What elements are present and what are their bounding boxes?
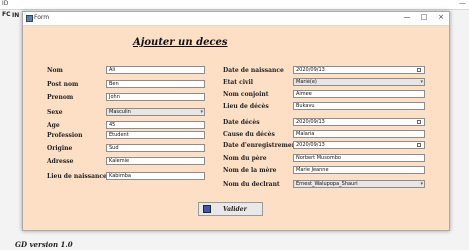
field-value: Ernest_Walupopa_Shauri xyxy=(296,181,358,187)
label-origine: Origine xyxy=(47,145,73,152)
field-value: 2020/09/13 xyxy=(296,142,325,148)
label-nom: Nom xyxy=(47,67,63,74)
window-titlebar: Form — □ × xyxy=(23,12,449,26)
chevron-down-icon: ▾ xyxy=(200,109,203,115)
field-value: Marié(e) xyxy=(296,79,317,85)
field-value: 45 xyxy=(109,122,116,128)
background-menu-label[interactable]: FC xyxy=(2,11,11,18)
label-cause-du-deces: Cause du décès xyxy=(223,131,275,138)
background-titlebar: ID — xyxy=(0,0,469,10)
field-age[interactable]: 45 xyxy=(106,121,205,129)
version-label: GD version 1.0 xyxy=(15,240,73,249)
field-date-de-naissance[interactable]: 2020/09/13 xyxy=(293,66,425,74)
form-heading: Ajouter un deces xyxy=(133,37,228,48)
label-nom-du-pere: Nom du père xyxy=(223,155,267,162)
field-value: 2020/09/13 xyxy=(296,119,325,125)
field-nom[interactable]: Ali xyxy=(106,66,205,74)
field-value: Malaria xyxy=(296,131,315,137)
label-post-nom: Post nom xyxy=(47,81,79,88)
field-value: Norbert Musombo xyxy=(296,155,341,161)
field-value: Bukavu xyxy=(296,103,315,109)
label-age: Age xyxy=(47,122,60,129)
field-nom-de-la-mere[interactable]: Marie Jeanne xyxy=(293,166,425,174)
field-post-nom[interactable]: Ben xyxy=(106,80,205,88)
field-value: Sud xyxy=(109,145,119,151)
field-cause-du-deces[interactable]: Malaria xyxy=(293,130,425,138)
field-nom-du-declrant[interactable]: Ernest_Walupopa_Shauri ▾ xyxy=(293,180,425,188)
close-button[interactable]: × xyxy=(435,13,447,21)
field-value: Etudent xyxy=(109,132,129,138)
validate-button[interactable]: Valider xyxy=(198,202,263,216)
label-date-de-naissance: Date de naissance xyxy=(223,67,284,74)
field-lieu-de-naissance[interactable]: Kabimba xyxy=(106,172,205,180)
calendar-icon[interactable] xyxy=(417,68,421,72)
label-nom-de-la-mere: Nom de la mère xyxy=(223,167,277,174)
window-title: Form xyxy=(34,14,50,21)
label-etat-civil: Etat civil xyxy=(223,79,254,86)
calendar-icon[interactable] xyxy=(417,120,421,124)
label-lieu-de-naissance: Lieu de naissance xyxy=(47,173,107,180)
field-value: John xyxy=(109,94,120,100)
label-profession: Profession xyxy=(47,132,83,139)
label-date-d-enregistrement: Date d'enregistrement xyxy=(223,142,299,149)
field-value: Kabimba xyxy=(109,173,131,179)
field-value: Kalemie xyxy=(109,158,130,164)
label-date-deces: Date décès xyxy=(223,119,260,126)
field-profession[interactable]: Etudent xyxy=(106,131,205,139)
app-icon xyxy=(26,15,33,22)
label-lieu-de-deces: Lieu de décès xyxy=(223,103,269,110)
minimize-button[interactable]: — xyxy=(401,13,413,21)
field-etat-civil[interactable]: Marié(e) ▾ xyxy=(293,78,425,86)
field-sexe[interactable]: Masculin ▾ xyxy=(106,108,205,116)
background-title: ID xyxy=(2,0,9,7)
chevron-down-icon: ▾ xyxy=(420,181,423,187)
chevron-down-icon: ▾ xyxy=(420,79,423,85)
label-nom-du-declrant: Nom du declrant xyxy=(223,181,280,188)
field-nom-du-pere[interactable]: Norbert Musombo xyxy=(293,154,425,162)
field-prenom[interactable]: John xyxy=(106,93,205,101)
maximize-button[interactable]: □ xyxy=(418,13,430,21)
background-menu-item[interactable]: IN xyxy=(12,12,19,19)
field-date-deces[interactable]: 2020/09/13 xyxy=(293,118,425,126)
background-minimize-button[interactable]: — xyxy=(459,0,466,7)
field-value: 2020/09/13 xyxy=(296,67,325,73)
field-value: Aimee xyxy=(296,91,312,97)
field-origine[interactable]: Sud xyxy=(106,144,205,152)
label-prenom: Prenom xyxy=(47,94,74,101)
validate-icon xyxy=(203,205,211,213)
label-sexe: Sexe xyxy=(47,109,63,116)
field-value: Ali xyxy=(109,67,116,73)
validate-button-label: Valider xyxy=(223,206,247,213)
label-nom-conjoint: Nom conjoint xyxy=(223,91,269,98)
field-value: Masculin xyxy=(109,109,131,115)
add-death-window: Form — □ × Ajouter un deces Nom Ali Post n… xyxy=(22,11,450,231)
field-lieu-de-deces[interactable]: Bukavu xyxy=(293,102,425,110)
label-adresse: Adresse xyxy=(47,158,74,165)
calendar-icon[interactable] xyxy=(417,143,421,147)
field-date-d-enregistrement[interactable]: 2020/09/13 xyxy=(293,141,425,149)
field-adresse[interactable]: Kalemie xyxy=(106,157,205,165)
field-nom-conjoint[interactable]: Aimee xyxy=(293,90,425,98)
field-value: Ben xyxy=(109,81,119,87)
field-value: Marie Jeanne xyxy=(296,167,329,173)
